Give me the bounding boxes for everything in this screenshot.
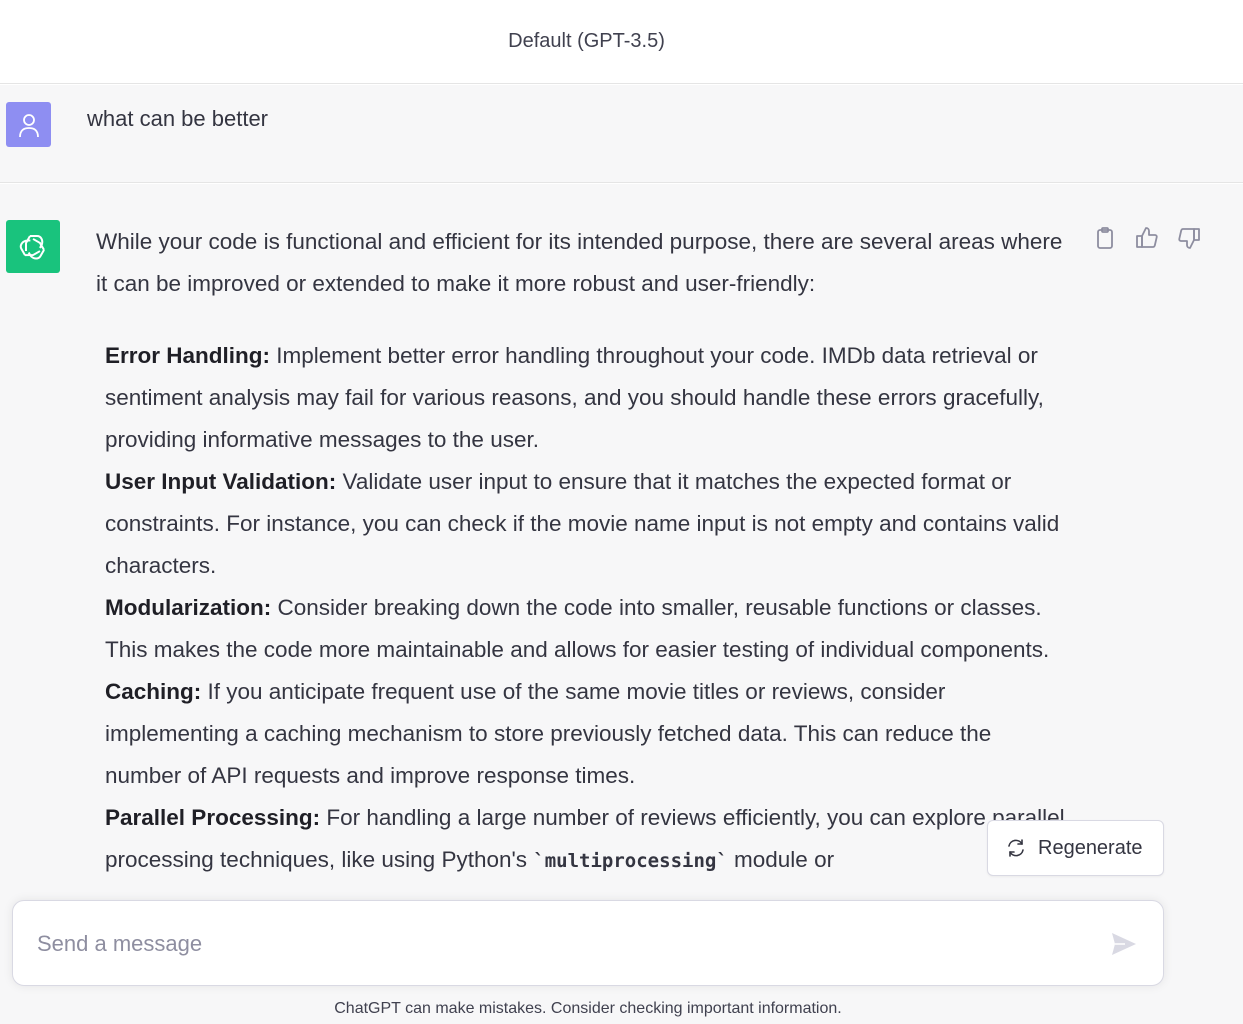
model-title[interactable]: Default (GPT-3.5) [508, 30, 665, 53]
suggestion-list: 1.Error Handling: Implement better error… [96, 335, 1071, 882]
list-item: 1.Error Handling: Implement better error… [96, 335, 1071, 461]
message-actions [1093, 226, 1201, 250]
item-title: Parallel Processing: [105, 805, 321, 830]
clipboard-icon [1097, 227, 1113, 249]
list-item: 3.Modularization: Consider breaking down… [96, 587, 1071, 671]
user-message-row: what can be better [0, 85, 1243, 183]
item-text: If you anticipate frequent use of the sa… [105, 679, 992, 788]
user-icon [18, 113, 39, 137]
openai-logo-icon [19, 234, 45, 259]
regenerate-label: Regenerate [1038, 836, 1143, 859]
item-title: Error Handling: [105, 343, 271, 368]
thumbs-up-button[interactable] [1135, 226, 1159, 250]
assistant-avatar [6, 220, 60, 273]
user-message-text: what can be better [87, 106, 269, 131]
top-bar: Default (GPT-3.5) [0, 0, 1243, 84]
response-intro: While your code is functional and effici… [96, 229, 1063, 296]
inline-code: `multiprocessing` [533, 850, 728, 872]
message-input[interactable] [37, 927, 1097, 961]
send-icon [1112, 933, 1136, 955]
thumbs-down-icon [1178, 228, 1200, 249]
item-text-after: module or [727, 847, 835, 872]
user-avatar [6, 102, 51, 147]
assistant-message-row: While your code is functional and effici… [0, 184, 1243, 1024]
item-title: User Input Validation: [105, 469, 337, 494]
regenerate-button[interactable]: Regenerate [987, 820, 1164, 876]
list-item: 5.Parallel Processing: For handling a la… [96, 797, 1071, 882]
thumbs-down-button[interactable] [1177, 226, 1201, 250]
send-button[interactable] [1109, 929, 1139, 959]
thumbs-up-icon [1136, 227, 1158, 248]
item-title: Caching: [105, 679, 202, 704]
disclaimer-text: ChatGPT can make mistakes. Consider chec… [334, 1000, 842, 1017]
list-item: 2.User Input Validation: Validate user i… [96, 461, 1071, 587]
chat-page: Default (GPT-3.5) what can be better Whi… [0, 0, 1243, 1024]
assistant-response: While your code is functional and effici… [96, 221, 1071, 936]
item-title: Modularization: [105, 595, 272, 620]
list-item: 4.Caching: If you anticipate frequent us… [96, 671, 1071, 797]
message-composer [12, 900, 1164, 986]
copy-button[interactable] [1093, 226, 1117, 250]
refresh-icon [1008, 839, 1024, 857]
